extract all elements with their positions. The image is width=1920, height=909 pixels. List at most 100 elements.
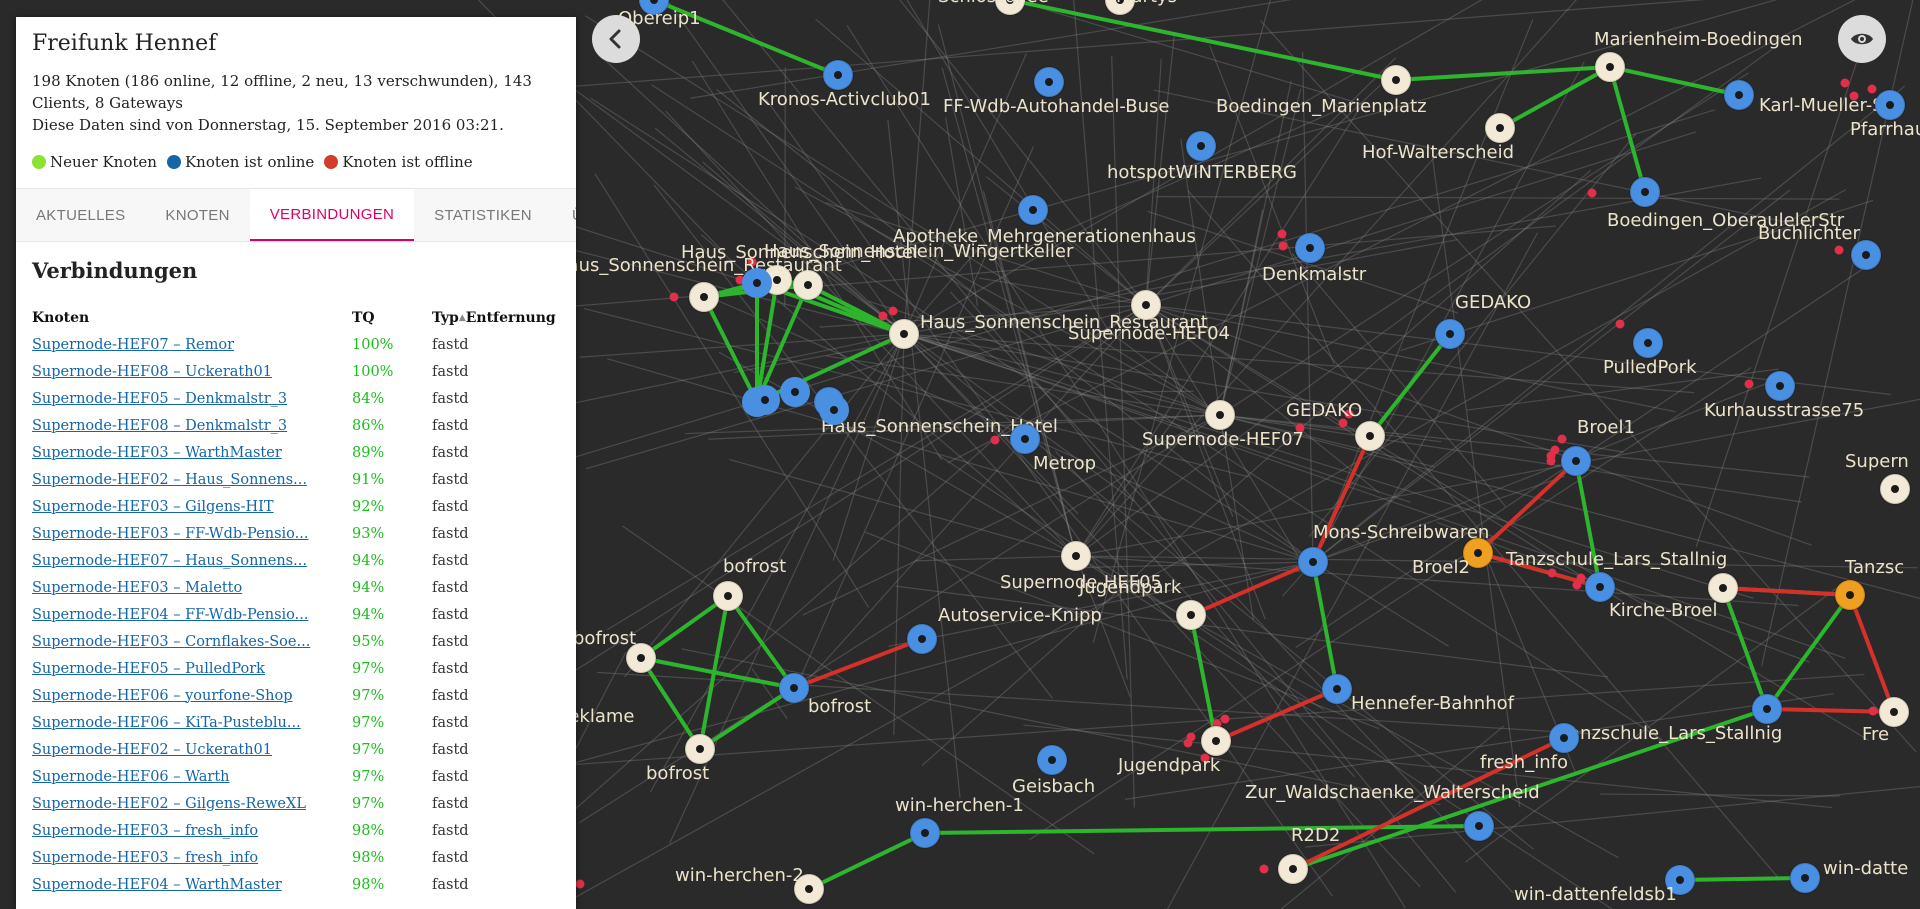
connection-link[interactable]: Supernode-HEF07 – Remor: [32, 337, 234, 353]
table-row[interactable]: Supernode-HEF02 – Haus_Sonnens... 91% fast…: [32, 466, 560, 493]
connection-tq: 98%: [352, 822, 385, 839]
tab-knoten[interactable]: KNOTEN: [145, 189, 249, 241]
table-row[interactable]: Supernode-HEF06 – Warth 97% fastd: [32, 763, 560, 790]
table-row[interactable]: Supernode-HEF03 – Maletto 94% fastd: [32, 574, 560, 601]
table-row[interactable]: Supernode-HEF04 – WarthMaster 98% fastd: [32, 871, 560, 898]
tab-statistiken[interactable]: STATISTIKEN: [414, 189, 552, 241]
connection-name[interactable]: Supernode-HEF07 – Haus_Sonnens...: [32, 547, 352, 574]
connection-tq: 92%: [352, 498, 385, 515]
connection-name[interactable]: Supernode-HEF02 – Haus_Sonnens...: [32, 466, 352, 493]
view-toggle-button[interactable]: [1838, 15, 1886, 63]
table-row[interactable]: Supernode-HEF06 – KiTa-Pusteblu... 97% fas…: [32, 709, 560, 736]
connection-link[interactable]: Supernode-HEF05 – Denkmalstr_3: [32, 391, 287, 407]
connection-link[interactable]: Supernode-HEF06 – yourfone-Shop: [32, 688, 293, 704]
connection-link[interactable]: Supernode-HEF03 – FF-Wdb-Pensio...: [32, 526, 308, 542]
connection-name[interactable]: Supernode-HEF06 – yourfone-Shop: [32, 682, 352, 709]
node-label: Kronos-Activclub01: [758, 89, 931, 110]
connection-name[interactable]: Supernode-HEF04 – FF-Wdb-Pensio...: [32, 601, 352, 628]
connection-link[interactable]: Supernode-HEF03 – fresh_info: [32, 850, 258, 866]
node-label: Buchlichter: [1758, 223, 1861, 244]
connection-name[interactable]: Supernode-HEF03 – FF-Wdb-Pensio...: [32, 520, 352, 547]
connection-name[interactable]: Supernode-HEF08 – Denkmalstr_3: [32, 412, 352, 439]
connection-link[interactable]: Supernode-HEF08 – Uckerath01: [32, 364, 272, 380]
table-row[interactable]: Supernode-HEF03 – Cornflakes-Soe... 95% fa…: [32, 628, 560, 655]
node-label: Tanzsc: [1844, 557, 1904, 578]
column-knoten[interactable]: Knoten: [32, 305, 352, 331]
tab-verbindungen[interactable]: VERBINDUNGEN: [249, 189, 415, 241]
connection-name[interactable]: Supernode-HEF02 – Gilgens-ReweXL: [32, 790, 352, 817]
connection-type: fastd: [432, 552, 469, 569]
legend: Neuer Knoten Knoten ist online Knoten is…: [32, 150, 560, 174]
table-row[interactable]: Supernode-HEF05 – Denkmalstr_3 84% fastd: [32, 385, 560, 412]
table-row[interactable]: Supernode-HEF08 – Denkmalstr_3 86% fastd: [32, 412, 560, 439]
node-center-dot: [790, 684, 798, 692]
table-row[interactable]: Supernode-HEF03 – FF-Wdb-Pensio... 93% fas…: [32, 520, 560, 547]
connection-name[interactable]: Supernode-HEF03 – Cornflakes-Soe...: [32, 628, 352, 655]
connection-tq: 97%: [352, 714, 385, 731]
connection-link[interactable]: Supernode-HEF02 – Haus_Sonnens...: [32, 472, 307, 488]
table-row[interactable]: Supernode-HEF04 – FF-Wdb-Pensio... 94% fas…: [32, 601, 560, 628]
connection-name[interactable]: Supernode-HEF05 – PulledPork: [32, 655, 352, 682]
node-center-dot: [1072, 552, 1080, 560]
client-dot: [1259, 864, 1269, 874]
connection-link[interactable]: Supernode-HEF02 – Gilgens-ReweXL: [32, 796, 306, 812]
legend-new-node: Neuer Knoten: [32, 153, 157, 171]
connection-name[interactable]: Supernode-HEF08 – Uckerath01: [32, 358, 352, 385]
connection-type: fastd: [432, 795, 469, 812]
connection-name[interactable]: Supernode-HEF03 – Maletto: [32, 574, 352, 601]
tab-ueber[interactable]: ÜBER: [552, 189, 576, 241]
node-label: bofrost: [808, 696, 871, 717]
connection-name[interactable]: Supernode-HEF07 – Remor: [32, 331, 352, 358]
connection-link[interactable]: Supernode-HEF02 – Uckerath01: [32, 742, 272, 758]
connection-name[interactable]: Supernode-HEF05 – Denkmalstr_3: [32, 385, 352, 412]
connection-link[interactable]: Supernode-HEF08 – Denkmalstr_3: [32, 418, 287, 434]
connection-link[interactable]: Supernode-HEF07 – Haus_Sonnens...: [32, 553, 307, 569]
connection-link[interactable]: Supernode-HEF03 – fresh_info: [32, 823, 258, 839]
table-row[interactable]: Supernode-HEF02 – Uckerath01 97% fastd: [32, 736, 560, 763]
table-row[interactable]: Supernode-HEF02 – Gilgens-ReweXL 97% fastd: [32, 790, 560, 817]
client-dot: [1587, 188, 1597, 198]
connection-name[interactable]: Supernode-HEF06 – Warth: [32, 763, 352, 790]
tab-aktuelles[interactable]: AKTUELLES: [16, 189, 145, 241]
table-row[interactable]: Supernode-HEF03 – WarthMaster 89% fastd: [32, 439, 560, 466]
connection-link[interactable]: Supernode-HEF04 – WarthMaster: [32, 877, 282, 893]
connection-link[interactable]: Supernode-HEF03 – Cornflakes-Soe...: [32, 634, 310, 650]
node-label: win-dattenfeldsb1: [1514, 884, 1677, 905]
connection-name[interactable]: Supernode-HEF03 – Gilgens-HIT: [32, 493, 352, 520]
connection-name[interactable]: Supernode-HEF03 – fresh_info: [32, 817, 352, 844]
connection-link[interactable]: Supernode-HEF04 – FF-Wdb-Pensio...: [32, 607, 308, 623]
connection-link[interactable]: Supernode-HEF03 – Gilgens-HIT: [32, 499, 274, 515]
back-button[interactable]: [592, 15, 640, 63]
table-row[interactable]: Supernode-HEF07 – Haus_Sonnens... 94% fast…: [32, 547, 560, 574]
tab-bar: AKTUELLES KNOTEN VERBINDUNGEN STATISTIKE…: [16, 188, 576, 242]
connection-tq: 89%: [352, 444, 385, 461]
table-row[interactable]: Supernode-HEF05 – PulledPork 97% fastd: [32, 655, 560, 682]
table-row[interactable]: Supernode-HEF03 – Gilgens-HIT 92% fastd: [32, 493, 560, 520]
connection-name[interactable]: Supernode-HEF03 – fresh_info: [32, 844, 352, 871]
connection-tq: 86%: [352, 417, 385, 434]
table-row[interactable]: Supernode-HEF08 – Uckerath01 100% fastd: [32, 358, 560, 385]
node-label: Kurhausstrasse75: [1704, 400, 1864, 421]
node-center-dot: [834, 71, 842, 79]
link-line: [1679, 876, 1806, 882]
node-label: Schlossallee: [938, 0, 1049, 7]
column-typ[interactable]: Typ▲Entfernung: [432, 305, 560, 331]
table-row[interactable]: Supernode-HEF03 – fresh_info 98% fastd: [32, 844, 560, 871]
connection-name[interactable]: Supernode-HEF02 – Uckerath01: [32, 736, 352, 763]
table-row[interactable]: Supernode-HEF03 – fresh_info 98% fastd: [32, 817, 560, 844]
connection-link[interactable]: Supernode-HEF03 – Maletto: [32, 580, 242, 596]
connection-name[interactable]: Supernode-HEF03 – WarthMaster: [32, 439, 352, 466]
column-tq[interactable]: TQ: [352, 305, 432, 331]
connection-link[interactable]: Supernode-HEF05 – PulledPork: [32, 661, 265, 677]
table-row[interactable]: Supernode-HEF06 – yourfone-Shop 97% fastd: [32, 682, 560, 709]
node-center-dot: [1572, 457, 1580, 465]
connection-link[interactable]: Supernode-HEF03 – WarthMaster: [32, 445, 282, 461]
connection-name[interactable]: Supernode-HEF06 – KiTa-Pusteblu...: [32, 709, 352, 736]
table-row[interactable]: Supernode-HEF07 – Remor 100% fastd: [32, 331, 560, 358]
column-entfernung[interactable]: Entfernung: [466, 310, 556, 326]
node-label: Zur_Waldschaenke_Walterscheid: [1245, 782, 1540, 803]
connection-link[interactable]: Supernode-HEF06 – KiTa-Pusteblu...: [32, 715, 301, 731]
node-label: Mons-Schreibwaren: [1313, 522, 1489, 543]
connection-link[interactable]: Supernode-HEF06 – Warth: [32, 769, 230, 785]
connection-name[interactable]: Supernode-HEF04 – WarthMaster: [32, 871, 352, 898]
